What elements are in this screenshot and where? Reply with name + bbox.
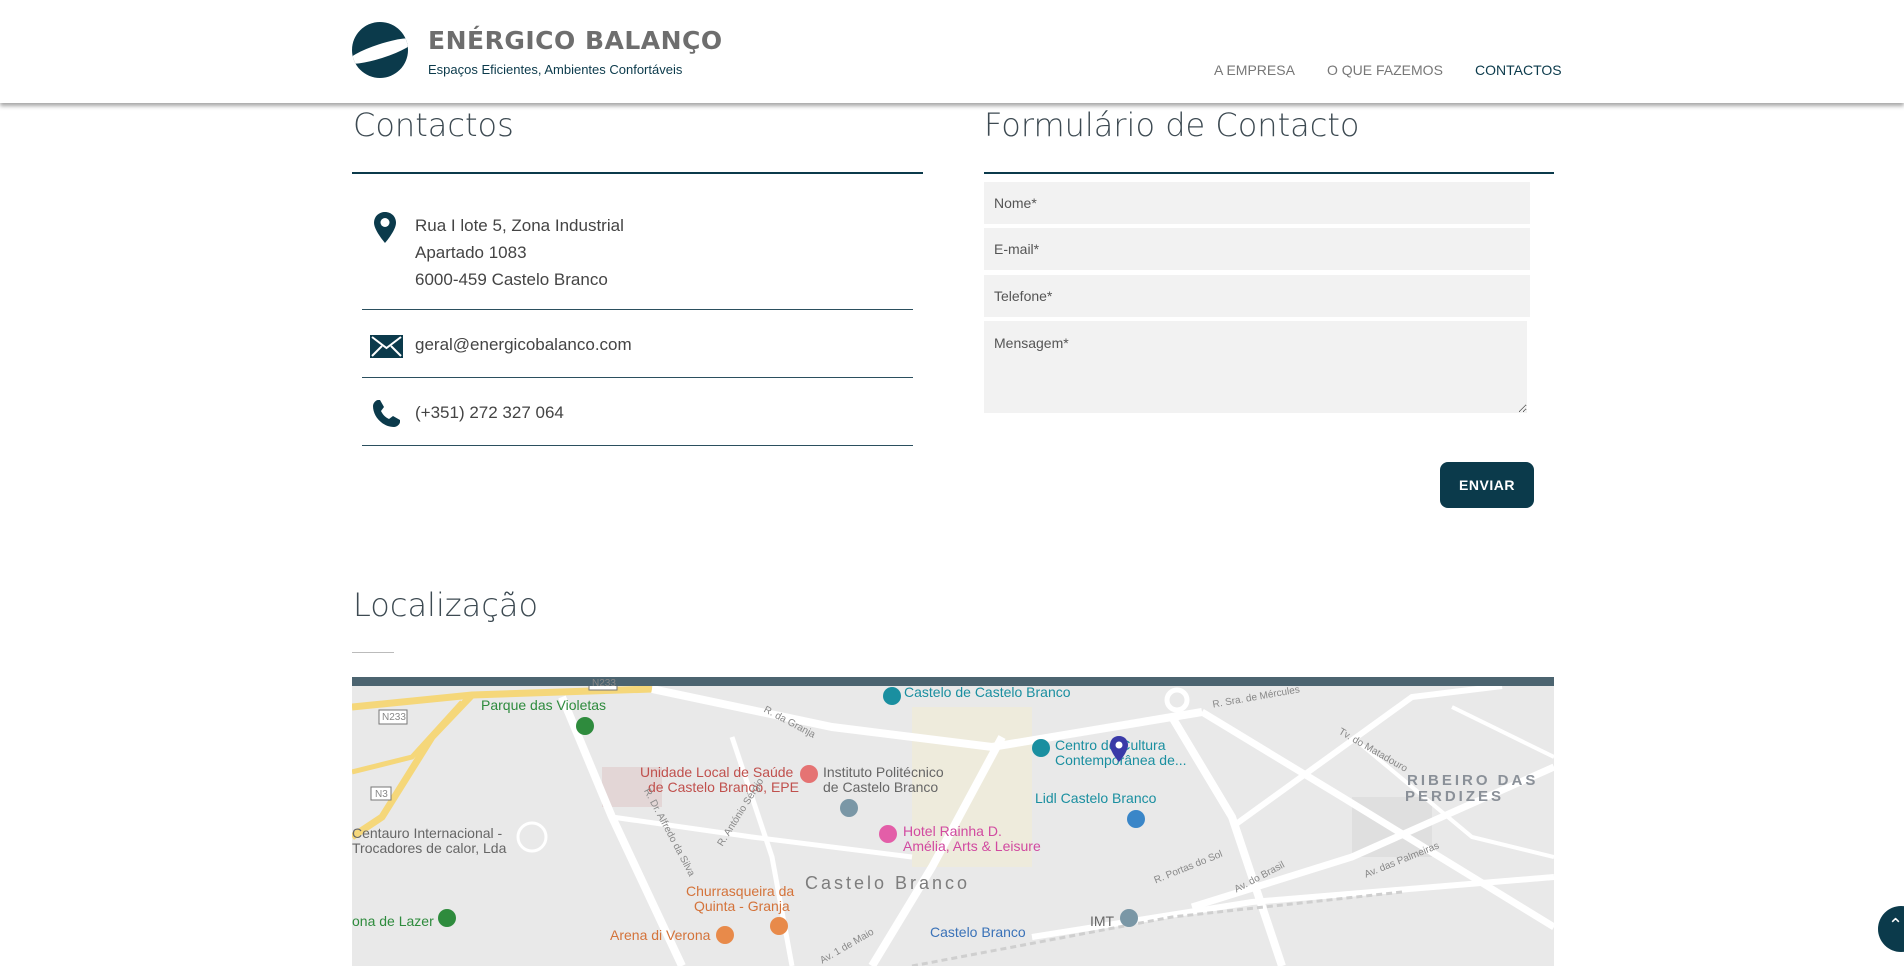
map-label-station: Castelo Branco: [930, 924, 1026, 940]
brand-name: ENÉRGICO BALANÇO: [428, 26, 723, 55]
map-label-lidl: Lidl Castelo Branco: [1035, 790, 1157, 806]
email-link[interactable]: geral@energicobalanco.com: [415, 331, 632, 358]
map-label-ribeiro-2: PERDIZES: [1405, 788, 1505, 805]
map-label-castle: Castelo de Castelo Branco: [904, 684, 1071, 700]
name-field[interactable]: [984, 182, 1530, 224]
company-location-marker-icon[interactable]: [1109, 735, 1129, 763]
map-label-ipcb-2: de Castelo Branco: [823, 779, 939, 795]
nav-item-empresa[interactable]: A EMPRESA: [1214, 62, 1295, 78]
map-label-hotel-2: Amélia, Arts & Leisure: [903, 838, 1041, 854]
address-line-3: 6000-459 Castelo Branco: [415, 270, 608, 289]
contacts-title: Contactos: [353, 106, 514, 144]
map-label-ipcb-1: Instituto Politécnico: [823, 764, 944, 780]
address-line-1: Rua I lote 5, Zona Industrial: [415, 216, 624, 235]
contact-divider: [362, 309, 913, 310]
map-label-churrasqueira-2: Quinta - Granja: [694, 898, 790, 914]
form-title-divider: [984, 172, 1554, 174]
road-label-n233: N233: [592, 678, 616, 689]
contacts-title-divider: [352, 172, 923, 174]
map-pin-icon: [374, 212, 396, 243]
nav-item-o-que-fazemos[interactable]: O QUE FAZEMOS: [1327, 62, 1443, 78]
road-label-n233: N233: [382, 712, 406, 723]
map-label-park: Parque das Violetas: [481, 697, 607, 713]
hospital-pin-icon[interactable]: [800, 765, 818, 783]
museum-pin-icon[interactable]: [1032, 739, 1050, 757]
logo-icon: [352, 22, 408, 78]
castle-pin-icon[interactable]: [883, 687, 901, 705]
shop-pin-icon[interactable]: [1127, 810, 1145, 828]
restaurant-pin-icon[interactable]: [770, 917, 788, 935]
map-label-town: Castelo Branco: [805, 873, 971, 893]
form-title: Formulário de Contacto: [984, 106, 1360, 144]
contact-divider: [362, 445, 913, 446]
brand-tagline: Espaços Eficientes, Ambientes Confortáve…: [428, 62, 683, 77]
location-title-divider: [352, 652, 394, 653]
nav-item-contactos[interactable]: CONTACTOS: [1475, 62, 1562, 78]
government-pin-icon[interactable]: [1120, 909, 1138, 927]
chevron-up-icon: ⌃: [1888, 915, 1904, 935]
phone-field[interactable]: [984, 275, 1530, 317]
location-title: Localização: [353, 586, 539, 624]
site-header: ENÉRGICO BALANÇO Espaços Eficientes, Amb…: [0, 0, 1904, 103]
scroll-to-top-button[interactable]: ⌃: [1878, 906, 1904, 952]
map-label-uls-1: Unidade Local de Saúde: [640, 764, 794, 780]
phone-icon: [373, 400, 400, 427]
map-label-imt: IMT: [1090, 913, 1115, 929]
hotel-pin-icon[interactable]: [879, 825, 897, 843]
address-line-2: Apartado 1083: [415, 243, 527, 262]
school-pin-icon[interactable]: [840, 799, 858, 817]
send-button[interactable]: ENVIAR: [1440, 462, 1534, 508]
restaurant-pin-icon[interactable]: [716, 926, 734, 944]
envelope-icon: [370, 335, 403, 358]
road-label-n3: N3: [375, 789, 388, 800]
map-label-hotel-1: Hotel Rainha D.: [903, 823, 1002, 839]
location-map[interactable]: N233 N3 N233 Castelo de Castelo Branco P…: [352, 677, 1554, 966]
email-field[interactable]: [984, 228, 1530, 270]
map-label-lazer: ona de Lazer: [352, 913, 434, 929]
map-roads: [352, 677, 1554, 966]
phone-link[interactable]: (+351) 272 327 064: [415, 399, 564, 426]
contact-divider: [362, 377, 913, 378]
map-label-ribeiro-1: RIBEIRO DAS: [1407, 772, 1539, 789]
park-pin-icon[interactable]: [576, 717, 594, 735]
map-label-uls-2: de Castelo Branco, EPE: [648, 779, 799, 795]
map-label-arena: Arena di Verona: [610, 927, 711, 943]
leisure-pin-icon[interactable]: [438, 909, 456, 927]
map-label-centauro-2: Trocadores de calor, Lda: [352, 840, 507, 856]
message-field[interactable]: [984, 321, 1527, 413]
map-label-centauro-1: Centauro Internacional -: [352, 825, 503, 841]
map-label-churrasqueira-1: Churrasqueira da: [686, 883, 795, 899]
